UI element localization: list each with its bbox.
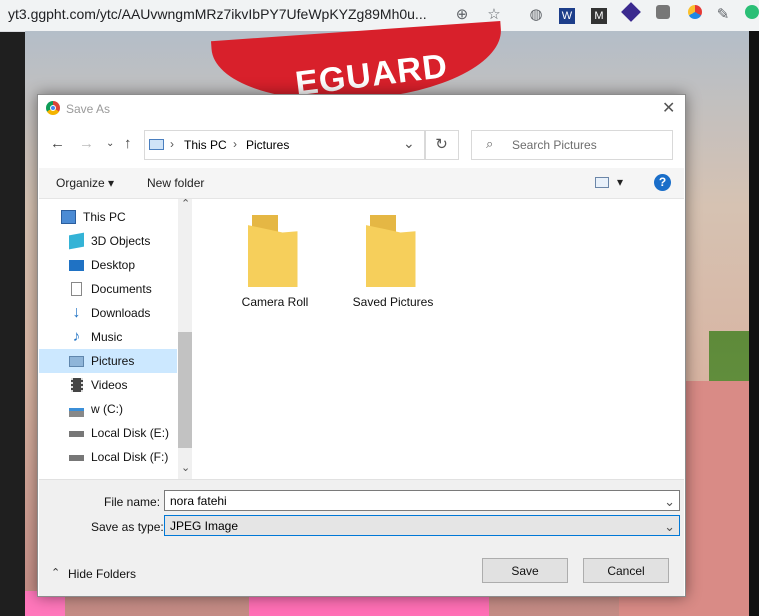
nav-item-c-drive[interactable]: w (C:) [39, 397, 177, 421]
save-as-type-label: Save as type: [91, 520, 164, 534]
pc-icon [149, 139, 164, 150]
folder-icon [247, 215, 303, 287]
address-path[interactable]: › This PC › Pictures ⌄ [144, 130, 426, 160]
address-dropdown-icon[interactable]: ⌄ [403, 135, 415, 152]
new-folder-button[interactable]: New folder [147, 176, 204, 190]
nav-item-videos[interactable]: Videos [39, 373, 177, 397]
search-box[interactable]: ⌕ Search Pictures [471, 130, 673, 160]
scrollbar-thumb[interactable] [178, 332, 192, 448]
search-icon: ⌕ [486, 136, 494, 151]
save-as-dialog: Save As ✕ ← → ⌄ ↑ › This PC › Pictures ⌄… [37, 94, 686, 597]
nav-item-desktop[interactable]: Desktop [39, 253, 177, 277]
page-edge [749, 31, 759, 616]
document-icon [71, 282, 82, 296]
refresh-icon[interactable]: ↻ [424, 130, 459, 160]
nav-item-3d-objects[interactable]: 3D Objects [39, 229, 177, 253]
pictures-icon [69, 356, 84, 367]
file-name-input[interactable]: nora fatehi ⌄ [164, 490, 680, 511]
close-icon[interactable]: ✕ [662, 98, 675, 118]
navigation-pane: This PC 3D Objects Desktop Documents ↓ D… [39, 199, 192, 479]
nav-item-f-drive[interactable]: Local Disk (F:) [39, 445, 177, 469]
separator-icon: › [233, 137, 237, 151]
folder-icon [365, 215, 421, 287]
wave-extension-icon[interactable]: W [557, 5, 577, 25]
chevron-up-icon[interactable]: ⌃ [51, 566, 60, 579]
nav-item-e-drive[interactable]: Local Disk (E:) [39, 421, 177, 445]
separator-icon: › [170, 137, 174, 151]
save-type-dropdown-icon[interactable]: ⌄ [664, 516, 675, 537]
view-dropdown-icon[interactable]: ▾ [617, 175, 623, 189]
help-icon[interactable]: ? [654, 174, 671, 191]
folder-camera-roll[interactable]: Camera Roll [215, 199, 335, 309]
scroll-up-icon[interactable]: ⌃ [181, 197, 190, 210]
save-options-panel: File name: nora fatehi ⌄ Save as type: J… [39, 479, 684, 596]
cube-icon [69, 232, 84, 250]
dialog-title: Save As [66, 102, 111, 116]
forward-icon[interactable]: → [79, 135, 94, 152]
save-as-type-select[interactable]: JPEG Image ⌄ [164, 515, 680, 536]
nav-item-documents[interactable]: Documents [39, 277, 177, 301]
nav-item-downloads[interactable]: ↓ Downloads [39, 301, 177, 325]
nav-item-this-pc[interactable]: This PC [39, 205, 177, 229]
music-note-icon: ♪ [72, 328, 81, 345]
mendeley-extension-icon[interactable]: M [589, 5, 609, 25]
disk-icon [69, 431, 84, 437]
nav-item-pictures[interactable]: Pictures [39, 349, 177, 373]
hide-folders-button[interactable]: Hide Folders [68, 567, 136, 581]
file-name-dropdown-icon[interactable]: ⌄ [664, 491, 675, 512]
zoom-icon[interactable]: ⊕ [452, 5, 472, 25]
disk-icon [69, 455, 84, 461]
view-options-icon[interactable] [595, 177, 609, 188]
image-extension-icon[interactable] [653, 5, 673, 25]
computer-icon [61, 210, 76, 224]
eyedropper-extension-icon[interactable]: ✎ [713, 5, 733, 25]
nav-item-music[interactable]: ♪ Music [39, 325, 177, 349]
download-arrow-icon: ↓ [72, 304, 81, 321]
scroll-down-icon[interactable]: ⌄ [181, 461, 190, 474]
browser-toolbar: yt3.ggpht.com/ytc/AAUvwngmMRz7ikvIbPY7Uf… [0, 0, 759, 32]
globe-extension-icon[interactable]: ◍ [526, 5, 546, 25]
up-icon[interactable]: ↑ [124, 135, 132, 152]
breadcrumb-pictures[interactable]: Pictures [246, 138, 289, 152]
file-name-label: File name: [104, 495, 161, 509]
breadcrumb-this-pc[interactable]: This PC [184, 138, 227, 152]
search-input[interactable]: Search Pictures [512, 138, 597, 152]
organize-button[interactable]: Organize ▾ [56, 176, 114, 190]
chrome-logo-icon [46, 101, 60, 115]
desktop-icon [69, 260, 84, 271]
drive-icon [69, 408, 84, 417]
command-bar: Organize ▾ New folder ▾ ? [39, 168, 684, 199]
save-button[interactable]: Save [482, 558, 568, 583]
purple-extension-icon[interactable] [621, 2, 641, 25]
green-extension-icon[interactable] [742, 5, 759, 25]
folder-saved-pictures[interactable]: Saved Pictures [333, 199, 453, 309]
address-bar[interactable]: yt3.ggpht.com/ytc/AAUvwngmMRz7ikvIbPY7Uf… [8, 6, 427, 22]
colorful-extension-icon[interactable] [685, 5, 705, 25]
cancel-button[interactable]: Cancel [583, 558, 669, 583]
recent-chevron-icon[interactable]: ⌄ [106, 138, 114, 149]
film-icon [71, 378, 83, 392]
file-list: Camera Roll Saved Pictures [193, 199, 683, 479]
back-icon[interactable]: ← [50, 135, 65, 152]
